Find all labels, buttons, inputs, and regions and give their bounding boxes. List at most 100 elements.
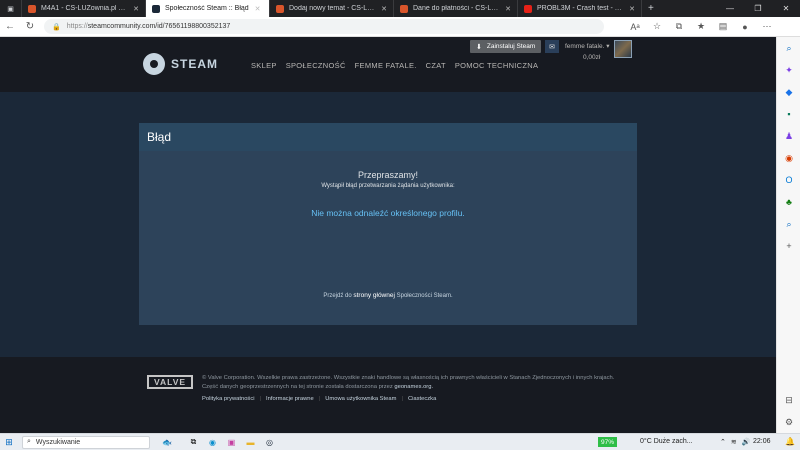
browser-tab[interactable]: Społeczność Steam :: Błąd ✕ (146, 0, 270, 17)
sidebar-toggle-icon[interactable]: ⊟ (777, 389, 800, 411)
store-icon[interactable]: ▣ (222, 436, 241, 449)
taskbar: ⊞ ⌕ Wyszukiwanie 🐟 ⧉ ◉ ▣ ▬ ◎ 97% 0°C Duż… (0, 433, 800, 450)
steam-logo-icon (143, 53, 165, 75)
briefcase-icon[interactable]: ▪ (777, 103, 800, 125)
valve-logo[interactable]: VALVE (147, 375, 193, 389)
search-icon[interactable]: ⌕ (777, 37, 800, 59)
tab-actions[interactable]: ▣ (0, 0, 22, 17)
footer-link-privacy[interactable]: Polityka prywatności (202, 396, 255, 402)
account-name: femme fatale. (565, 43, 605, 50)
envelope-icon: ✉ (549, 43, 555, 51)
more-icon[interactable]: ⋯ (756, 21, 778, 32)
url-text: steamcommunity.com/id/76561198800352137 (87, 23, 231, 30)
menu-item-chat[interactable]: CZAT (426, 61, 446, 70)
profile-icon[interactable]: ● (734, 22, 756, 32)
error-message: Nie można odnaleźć określonego profilu. (311, 208, 465, 218)
browser-tab[interactable]: Dodaj nowy temat - CS-LUZowni ✕ (270, 0, 394, 17)
taskbar-search[interactable]: ⌕ Wyszukiwanie (22, 435, 150, 449)
browser-tab-bar: ▣ M4A1 - CS-LUZownia.pl - Sieć Se✕Społec… (0, 0, 800, 17)
read-aloud-icon[interactable]: Aᵃ (624, 22, 646, 32)
wifi-icon[interactable]: ≋ (731, 438, 737, 446)
footer-link-ssa[interactable]: Umowa użytkownika Steam (325, 396, 396, 402)
install-steam-label: Zainstaluj Steam (486, 43, 536, 50)
battery-indicator[interactable]: 97% (598, 437, 618, 447)
url-field[interactable]: 🔒 https:// steamcommunity.com/id/7656119… (44, 19, 604, 34)
error-sorry: Przepraszamy! (357, 170, 419, 180)
favorites-icon[interactable]: ★ (690, 21, 712, 32)
menu-item-store[interactable]: SKLEP (251, 61, 277, 70)
browser-tab[interactable]: M4A1 - CS-LUZownia.pl - Sieć Se ✕ (22, 0, 146, 17)
system-tray: ⌃ ≋ 🔊 (720, 438, 750, 446)
goto-prefix: Przejdź do (323, 293, 352, 299)
outlook-icon[interactable]: O (777, 169, 800, 191)
wallet-balance: 0,00zł (583, 54, 601, 61)
extensions-icon[interactable]: ⧉ (668, 21, 690, 32)
menu-item-profile[interactable]: FEMME FATALE. (355, 61, 417, 70)
search-icon: ⌕ (27, 438, 31, 445)
steam-logo[interactable]: STEAM (143, 53, 218, 75)
tab-title: PROBL3M - Crash test - You (537, 5, 624, 12)
browser-tab[interactable]: PROBL3M - Crash test - You ✕ (518, 0, 642, 17)
steam-taskbar-icon[interactable]: ◎ (260, 436, 279, 449)
maximize-icon[interactable]: ❐ (744, 4, 772, 13)
tag-icon[interactable]: ◆ (777, 81, 800, 103)
goto-home-link[interactable]: strony głównej (353, 292, 395, 299)
bing-icon[interactable]: ⌕ (777, 213, 800, 235)
tabs-container: M4A1 - CS-LUZownia.pl - Sieć Se✕Społeczn… (22, 0, 642, 17)
steam-footer: VALVE © Valve Corporation. Wszelkie praw… (0, 357, 776, 433)
add-icon[interactable]: + (777, 235, 800, 257)
back-icon[interactable]: ← (0, 21, 20, 32)
tab-favicon-icon (524, 4, 532, 13)
install-steam-button[interactable]: ⬇ Zainstaluj Steam (470, 40, 542, 53)
games-icon[interactable]: ♟ (777, 125, 800, 147)
chevron-up-icon[interactable]: ⌃ (720, 438, 726, 446)
folder-icon[interactable]: ▬ (241, 436, 260, 449)
minimize-icon[interactable]: — (716, 4, 744, 13)
close-tab-icon[interactable]: ✕ (133, 5, 139, 13)
error-heading: Błąd (139, 123, 637, 151)
favorite-icon[interactable]: ☆ (646, 21, 668, 32)
office-icon[interactable]: ◉ (777, 147, 800, 169)
notifications-button[interactable]: ✉ (545, 40, 559, 53)
tab-title: Dane do płatności - CS-Luzowni (413, 5, 499, 12)
settings-icon[interactable]: ⚙ (777, 411, 800, 433)
close-tab-icon[interactable]: ✕ (629, 5, 635, 13)
avatar[interactable] (614, 40, 632, 58)
edge-sidebar: ⌕ ✦ ◆ ▪ ♟ ◉ O ♣ ⌕ + ⊟ ⚙ (776, 37, 800, 433)
tab-favicon-icon (28, 4, 36, 13)
windows-start-icon[interactable]: ⊞ (0, 437, 18, 448)
lock-icon: 🔒 (52, 23, 61, 31)
main-menu: SKLEP SPOŁECZNOŚĆ FEMME FATALE. CZAT POM… (251, 61, 538, 70)
volume-icon[interactable]: 🔊 (742, 438, 751, 446)
collections-icon[interactable]: ▤ (712, 21, 734, 32)
geonames-link[interactable]: geonames.org. (394, 384, 433, 390)
footer-link-cookies[interactable]: Ciasteczka (408, 396, 436, 402)
weather-widget[interactable]: 0°C Duże zach... (640, 438, 693, 445)
account-menu[interactable]: femme fatale. ▾ (565, 42, 609, 50)
notification-bell-icon[interactable]: 🔔 (785, 437, 795, 446)
close-tab-icon[interactable]: ✕ (505, 5, 511, 13)
browser-tab[interactable]: Dane do płatności - CS-Luzowni ✕ (394, 0, 518, 17)
steam-header: ⬇ Zainstaluj Steam ✉ femme fatale. ▾ 0,0… (0, 37, 776, 92)
taskview-icon[interactable]: ⧉ (184, 436, 203, 449)
menu-item-support[interactable]: POMOC TECHNICZNA (455, 61, 538, 70)
close-tab-icon[interactable]: ✕ (255, 5, 261, 13)
refresh-icon[interactable]: ↻ (20, 21, 40, 32)
edge-icon[interactable]: ◉ (203, 436, 222, 449)
close-tab-icon[interactable]: ✕ (381, 5, 387, 13)
clock[interactable]: 22:06 (753, 438, 771, 445)
footer-links: Polityka prywatności | Informacje prawne… (202, 396, 436, 402)
taskview-icon[interactable]: 🐟 (150, 436, 184, 449)
tab-favicon-icon (400, 4, 408, 13)
new-tab-button[interactable]: + (642, 0, 660, 17)
menu-item-community[interactable]: SPOŁECZNOŚĆ (286, 61, 346, 70)
sparkle-icon[interactable]: ✦ (777, 59, 800, 81)
tree-icon[interactable]: ♣ (777, 191, 800, 213)
footer-link-legal[interactable]: Informacje prawne (266, 396, 314, 402)
close-window-icon[interactable]: ✕ (772, 4, 800, 13)
tab-title: Dodaj nowy temat - CS-LUZowni (289, 5, 375, 12)
steam-logo-text: STEAM (171, 57, 218, 71)
steam-page: ⬇ Zainstaluj Steam ✉ femme fatale. ▾ 0,0… (0, 37, 776, 433)
tab-favicon-icon (276, 4, 284, 13)
legal-text: © Valve Corporation. Wszelkie prawa zast… (202, 374, 632, 391)
